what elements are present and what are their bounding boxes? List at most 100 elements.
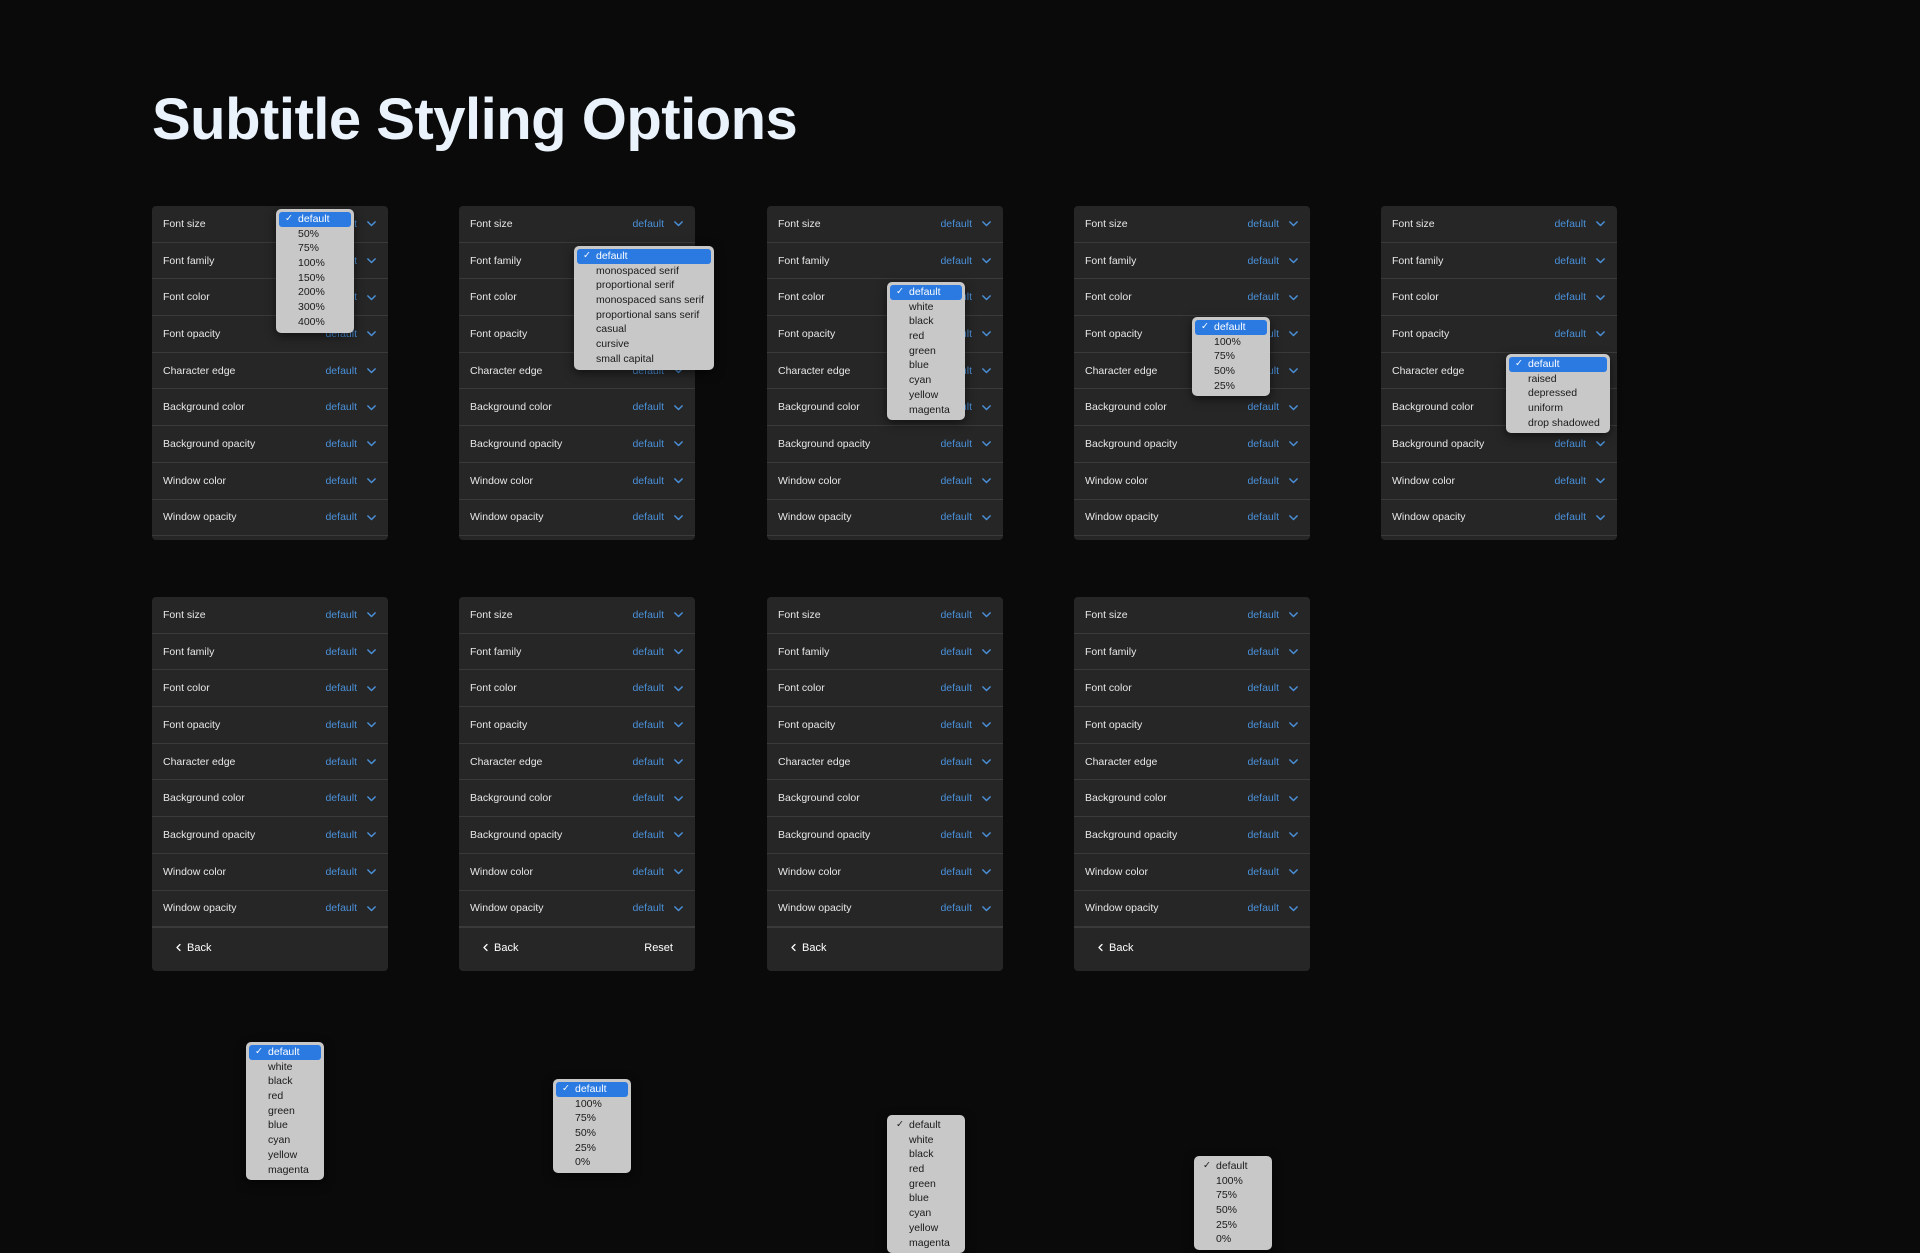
row-window-color[interactable]: Window color default [459, 463, 695, 500]
dropdown-option[interactable]: 75% [1192, 349, 1270, 364]
dropdown-option[interactable]: white [246, 1060, 324, 1075]
dropdown-option[interactable]: 0% [1194, 1232, 1272, 1247]
dropdown-window-opacity[interactable]: ✓ default 100% 75% 50% 25% 0% [1194, 1156, 1272, 1251]
row-font-color[interactable]: Font color default [152, 670, 388, 708]
dropdown-option[interactable]: raised [1506, 372, 1610, 387]
dropdown-option[interactable]: cursive [574, 337, 714, 352]
dropdown-option[interactable]: ✓ default [1509, 357, 1607, 372]
row-window-opacity[interactable]: Window opacity default [1074, 500, 1310, 537]
row-window-opacity[interactable]: Window opacity default [1074, 891, 1310, 928]
dropdown-option[interactable]: 25% [1192, 379, 1270, 394]
dropdown-option[interactable]: 50% [1192, 364, 1270, 379]
row-background-opacity[interactable]: Background opacity default [767, 426, 1003, 463]
row-font-size[interactable]: Font size default [767, 597, 1003, 634]
dropdown-font-color[interactable]: ✓ default white black red green blue cyan… [887, 282, 965, 421]
back-button[interactable]: Back [1096, 942, 1133, 954]
dropdown-option[interactable]: uniform [1506, 401, 1610, 416]
row-font-color[interactable]: Font color default [1074, 670, 1310, 708]
row-font-size[interactable]: Font size default [1381, 206, 1617, 243]
dropdown-option[interactable]: ✓ default [1195, 320, 1267, 335]
row-character-edge[interactable]: Character edge default [459, 744, 695, 781]
row-font-color[interactable]: Font color default [459, 670, 695, 708]
dropdown-option[interactable]: black [887, 1147, 965, 1162]
row-font-color[interactable]: Font color default [767, 279, 1003, 317]
dropdown-option[interactable]: green [246, 1104, 324, 1119]
back-button[interactable]: Back [789, 942, 826, 954]
dropdown-option[interactable]: 50% [1194, 1203, 1272, 1218]
row-font-family[interactable]: Font family default [767, 243, 1003, 280]
dropdown-option[interactable]: proportional serif [574, 278, 714, 293]
row-background-opacity[interactable]: Background opacity default [459, 817, 695, 854]
row-window-opacity[interactable]: Window opacity default [1381, 500, 1617, 537]
row-window-color[interactable]: Window color default [152, 854, 388, 891]
row-background-opacity[interactable]: Background opacity default [152, 426, 388, 463]
dropdown-option[interactable]: 100% [276, 256, 354, 271]
back-button[interactable]: Back [174, 942, 211, 954]
row-background-color[interactable]: Background color default [459, 780, 695, 818]
row-window-color[interactable]: Window color default [767, 854, 1003, 891]
row-background-opacity[interactable]: Background opacity default [459, 426, 695, 463]
dropdown-option[interactable]: 75% [276, 241, 354, 256]
row-font-size[interactable]: Font size default [1074, 597, 1310, 634]
back-button[interactable]: Back [481, 942, 518, 954]
row-font-size[interactable]: Font size default [767, 206, 1003, 243]
dropdown-option[interactable]: 200% [276, 285, 354, 300]
dropdown-option[interactable]: black [887, 314, 965, 329]
row-font-opacity[interactable]: Font opacity default [1074, 707, 1310, 744]
row-window-color[interactable]: Window color default [767, 463, 1003, 500]
row-background-opacity[interactable]: Background opacity default [767, 817, 1003, 854]
row-character-edge[interactable]: Character edge default [152, 744, 388, 781]
row-background-color[interactable]: Background color default [152, 389, 388, 427]
dropdown-option[interactable]: blue [246, 1118, 324, 1133]
row-background-color[interactable]: Background color default [767, 780, 1003, 818]
row-window-opacity[interactable]: Window opacity default [459, 891, 695, 928]
dropdown-option[interactable]: green [887, 344, 965, 359]
dropdown-option[interactable]: 75% [553, 1111, 631, 1126]
row-window-opacity[interactable]: Window opacity default [767, 500, 1003, 537]
row-font-color[interactable]: Font color default [1074, 279, 1310, 317]
dropdown-option[interactable]: white [887, 300, 965, 315]
row-font-family[interactable]: Font family default [152, 634, 388, 671]
dropdown-option[interactable]: red [887, 329, 965, 344]
dropdown-option[interactable]: ✓ default [279, 212, 351, 227]
dropdown-option[interactable]: monospaced sans serif [574, 293, 714, 308]
dropdown-character-edge[interactable]: ✓ default raised depressed uniform drop s… [1506, 354, 1610, 434]
dropdown-option[interactable]: 0% [553, 1155, 631, 1170]
row-font-family[interactable]: Font family default [459, 634, 695, 671]
row-window-opacity[interactable]: Window opacity default [152, 891, 388, 928]
dropdown-option[interactable]: 150% [276, 271, 354, 286]
row-background-opacity[interactable]: Background opacity default [1074, 817, 1310, 854]
dropdown-option[interactable]: 300% [276, 300, 354, 315]
row-background-opacity[interactable]: Background opacity default [152, 817, 388, 854]
row-font-size[interactable]: Font size default [1074, 206, 1310, 243]
row-character-edge[interactable]: Character edge default [767, 353, 1003, 390]
dropdown-option[interactable]: casual [574, 322, 714, 337]
row-window-color[interactable]: Window color default [459, 854, 695, 891]
dropdown-option[interactable]: cyan [887, 1206, 965, 1221]
row-font-opacity[interactable]: Font opacity default [1381, 316, 1617, 353]
dropdown-option[interactable]: monospaced serif [574, 264, 714, 279]
row-window-opacity[interactable]: Window opacity default [459, 500, 695, 537]
dropdown-window-color[interactable]: ✓ default white black red green blue cyan… [887, 1115, 965, 1253]
dropdown-font-family[interactable]: ✓ default monospaced serif proportional s… [574, 246, 714, 370]
dropdown-option[interactable]: white [887, 1133, 965, 1148]
dropdown-option[interactable]: depressed [1506, 386, 1610, 401]
dropdown-option[interactable]: 25% [553, 1141, 631, 1156]
dropdown-option[interactable]: 25% [1194, 1218, 1272, 1233]
dropdown-background-color[interactable]: ✓ default white black red green blue cyan… [246, 1042, 324, 1181]
dropdown-option[interactable]: small capital [574, 352, 714, 367]
row-font-family[interactable]: Font family default [1074, 634, 1310, 671]
dropdown-option[interactable]: blue [887, 1191, 965, 1206]
dropdown-option[interactable]: 50% [276, 227, 354, 242]
dropdown-option[interactable]: ✓ default [887, 1118, 965, 1133]
dropdown-option[interactable]: magenta [887, 1236, 965, 1251]
dropdown-option[interactable]: yellow [246, 1148, 324, 1163]
row-font-family[interactable]: Font family default [1381, 243, 1617, 280]
dropdown-option[interactable]: cyan [887, 373, 965, 388]
dropdown-option[interactable]: ✓ default [890, 285, 962, 300]
row-character-edge[interactable]: Character edge default [767, 744, 1003, 781]
dropdown-option[interactable]: ✓ default [249, 1045, 321, 1060]
dropdown-option[interactable]: ✓ default [577, 249, 711, 264]
row-character-edge[interactable]: Character edge default [152, 353, 388, 390]
dropdown-option[interactable]: black [246, 1074, 324, 1089]
